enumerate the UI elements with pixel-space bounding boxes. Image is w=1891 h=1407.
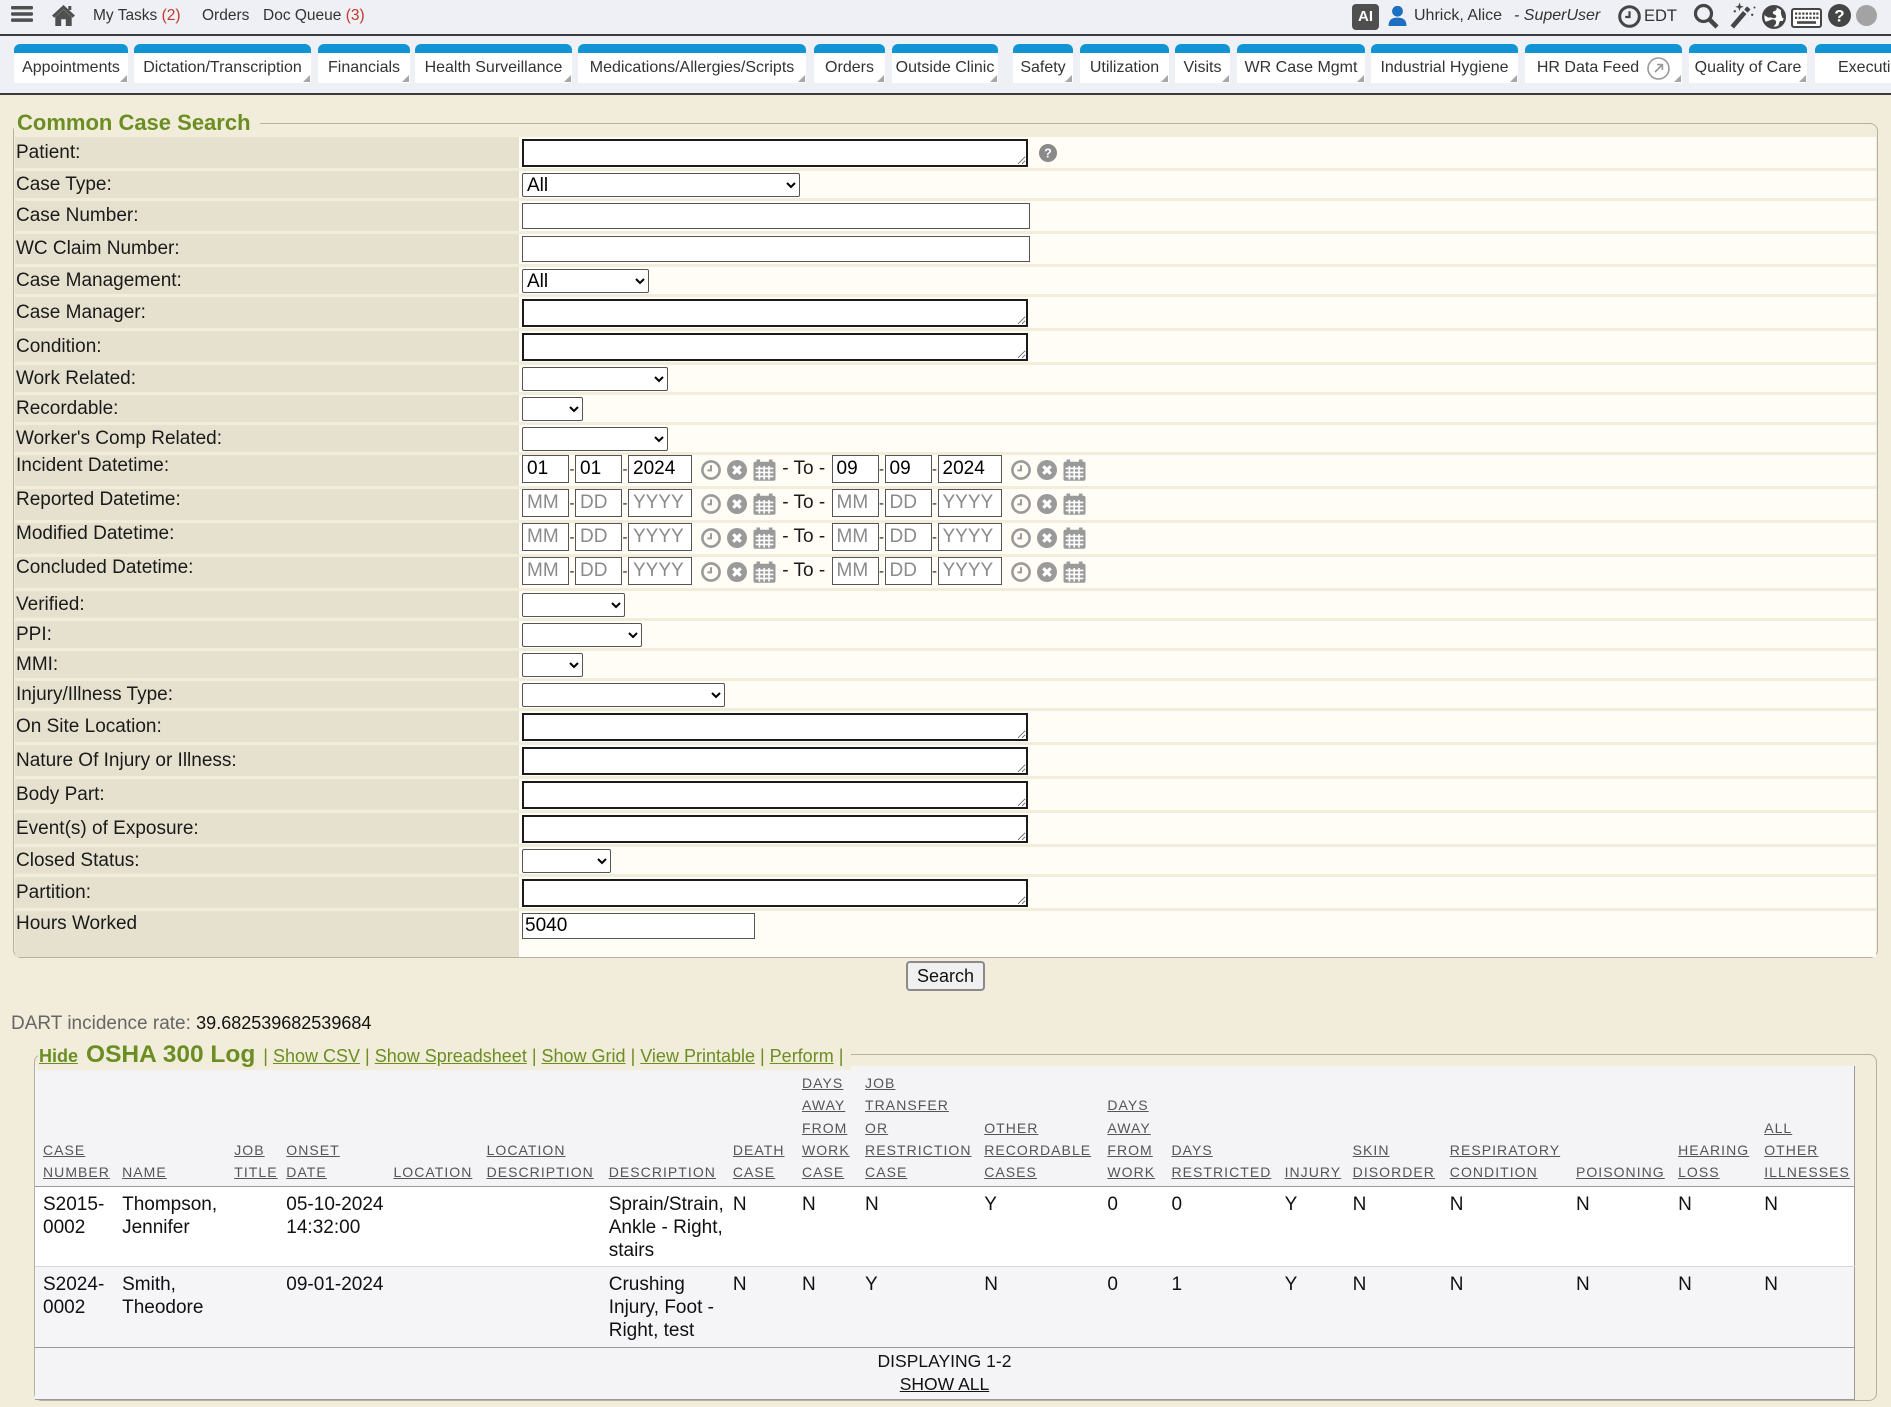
svg-text:?: ? — [1044, 146, 1052, 160]
svg-text:?: ? — [1834, 7, 1844, 26]
